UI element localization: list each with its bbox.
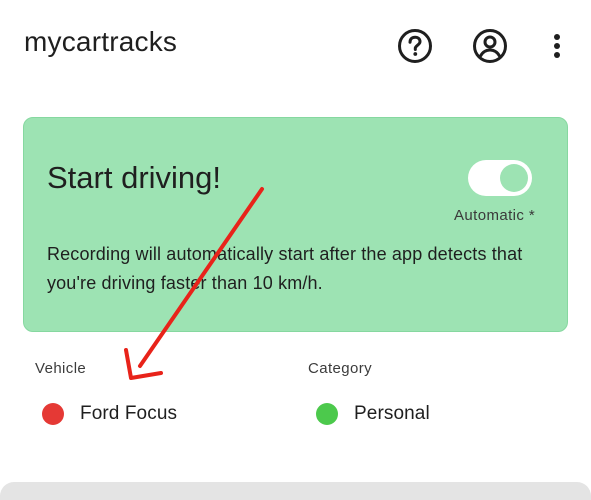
- more-vertical-icon: [554, 34, 560, 58]
- card-description: Recording will automatically start after…: [47, 244, 523, 293]
- card-title: Start driving!: [47, 160, 222, 195]
- vehicle-selector[interactable]: Ford Focus: [42, 400, 177, 428]
- automatic-toggle[interactable]: [468, 160, 532, 196]
- category-color-dot: [316, 403, 338, 425]
- account-button[interactable]: [470, 26, 510, 66]
- account-circle-icon: [473, 29, 507, 63]
- category-value: Personal: [354, 403, 430, 424]
- vehicle-label: Vehicle: [35, 360, 87, 377]
- more-options-button[interactable]: [537, 26, 577, 66]
- app-title: mycartracks: [24, 26, 178, 57]
- bottom-sheet-edge: [0, 482, 591, 500]
- app-bar: mycartracks: [0, 0, 591, 96]
- vehicle-value: Ford Focus: [80, 403, 178, 424]
- category-label: Category: [308, 360, 373, 377]
- recording-card: Start driving! Automatic * Recording wil…: [23, 117, 568, 332]
- help-button[interactable]: [395, 26, 435, 66]
- automatic-toggle-label: Automatic *: [454, 207, 536, 224]
- help-circle-icon: [398, 29, 432, 63]
- category-selector[interactable]: Personal: [316, 400, 430, 428]
- vehicle-color-dot: [42, 403, 64, 425]
- toggle-knob: [500, 164, 528, 192]
